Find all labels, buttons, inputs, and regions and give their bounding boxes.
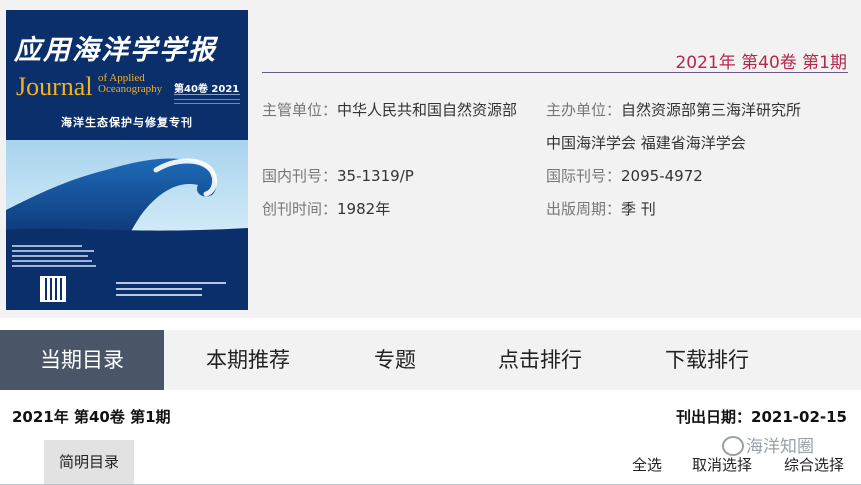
cover-title-en-small: of Applied Oceanography	[98, 72, 163, 95]
sponsor-value: 自然资源部第三海洋研究所	[621, 101, 802, 119]
period-value: 季 刊	[621, 200, 656, 218]
founded-row: 创刊时间：1982年	[262, 198, 390, 219]
cover-subtitle: 海洋生态保护与修复专刊	[61, 116, 193, 129]
cover-title-cn: 应用海洋学学报	[14, 35, 217, 66]
founded-label: 创刊时间：	[262, 200, 338, 218]
tab-recommended[interactable]: 本期推荐	[164, 330, 332, 390]
qr-code-icon	[40, 276, 66, 302]
cancel-select-link[interactable]: 取消选择	[692, 454, 752, 475]
tab-download-ranking[interactable]: 下载排行	[622, 330, 792, 390]
cn-issn-row: 国内刊号：35-1319/P	[262, 165, 414, 186]
tab-click-ranking[interactable]: 点击排行	[458, 330, 622, 390]
sponsor-value-2: 中国海洋学会 福建省海洋学会	[546, 134, 746, 152]
cover-index-list	[12, 242, 102, 270]
cover-title-en: Journal	[16, 72, 93, 101]
heading-divider	[262, 72, 848, 73]
cover-meta-lines	[174, 94, 240, 109]
combined-select-link[interactable]: 综合选择	[784, 454, 844, 475]
select-all-link[interactable]: 全选	[632, 454, 662, 475]
journal-info-panel: 应用海洋学学报 Journal of Applied Oceanography …	[0, 0, 861, 318]
intl-issn-value: 2095-4972	[621, 167, 703, 185]
tab-topics[interactable]: 专题	[332, 330, 458, 390]
cover-volume: 第40卷 2021	[174, 84, 240, 95]
wechat-icon	[722, 436, 744, 456]
founded-value: 1982年	[337, 200, 391, 218]
tab-current-toc[interactable]: 当期目录	[0, 330, 164, 390]
supervisor-row: 主管单位：中华人民共和国自然资源部	[262, 99, 517, 120]
intl-issn-label: 国际刊号：	[546, 167, 622, 185]
supervisor-label: 主管单位：	[262, 101, 338, 119]
sponsor-row-2: 中国海洋学会 福建省海洋学会	[546, 132, 746, 153]
simple-toc-button[interactable]: 简明目录	[44, 440, 134, 484]
cn-issn-label: 国内刊号：	[262, 167, 338, 185]
listing-issue-label: 2021年 第40卷 第1期	[12, 408, 171, 426]
sponsor-label: 主办单位：	[546, 101, 622, 119]
issue-heading: 2021年 第40卷 第1期	[675, 53, 847, 73]
cn-issn-value: 35-1319/P	[337, 167, 414, 185]
supervisor-value: 中华人民共和国自然资源部	[337, 101, 518, 119]
wave-illustration	[6, 140, 248, 250]
sponsor-row: 主办单位：自然资源部第三海洋研究所	[546, 99, 801, 120]
intl-issn-row: 国际刊号：2095-4972	[546, 165, 703, 186]
publish-date: 刊出日期：2021-02-15	[676, 408, 847, 426]
period-row: 出版周期：季 刊	[546, 198, 656, 219]
cover-publisher	[116, 278, 236, 300]
period-label: 出版周期：	[546, 200, 622, 218]
journal-cover-image[interactable]: 应用海洋学学报 Journal of Applied Oceanography …	[6, 10, 248, 310]
issue-tabs: 当期目录 本期推荐 专题 点击排行 下载排行	[0, 330, 861, 390]
